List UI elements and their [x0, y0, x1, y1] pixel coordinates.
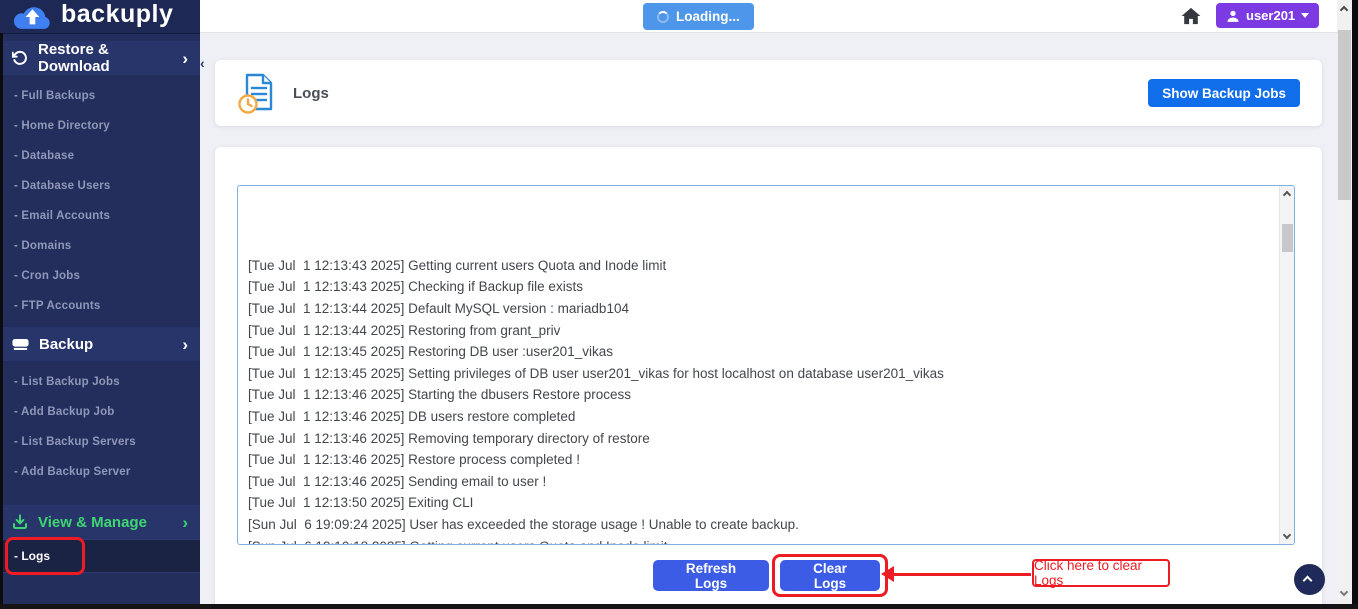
logs-card: [Tue Jul 1 12:13:43 2025] Getting curren…: [215, 147, 1322, 609]
log-line: [Tue Jul 1 12:13:45 2025] Restoring DB u…: [248, 341, 1278, 363]
annotation-arrow-line: [893, 573, 1031, 576]
main-content: ‹ Logs Show Backup Jobs [Tu: [200, 33, 1337, 604]
show-backup-jobs-button[interactable]: Show Backup Jobs: [1148, 79, 1300, 107]
cloud-upload-icon: [10, 2, 54, 32]
home-button[interactable]: [1181, 5, 1203, 27]
sidebar-item[interactable]: - FTP Accounts: [0, 291, 200, 321]
log-line: [Tue Jul 1 12:13:46 2025] Removing tempo…: [248, 428, 1278, 450]
window-bottom-edge: [0, 604, 1358, 609]
window-right-edge: [1352, 0, 1358, 609]
refresh-logs-button[interactable]: Refresh Logs: [653, 560, 769, 591]
sidebar: backuply Restore & Download › - Full Bac…: [0, 0, 200, 604]
section-label: View & Manage: [38, 514, 172, 531]
section-label: Backup: [39, 336, 172, 353]
sidebar-section-backup[interactable]: Backup ›: [0, 327, 200, 361]
sidebar-item[interactable]: - Full Backups: [0, 81, 200, 111]
sidebar-collapse-arrow[interactable]: ‹: [200, 55, 205, 71]
page-scrollbar[interactable]: [1337, 0, 1352, 604]
page-title: Logs: [293, 85, 329, 102]
rotate-ccw-icon: [12, 50, 28, 66]
sidebar-item[interactable]: - Database: [0, 141, 200, 171]
log-line: [Tue Jul 1 12:13:44 2025] Restoring from…: [248, 320, 1278, 342]
download-tray-icon: [12, 514, 28, 530]
sidebar-item[interactable]: - Cron Jobs: [0, 261, 200, 291]
sidebar-item[interactable]: - Home Directory: [0, 111, 200, 141]
user-menu-button[interactable]: user201: [1216, 3, 1319, 28]
topbar: Loading... user201: [200, 0, 1337, 33]
sidebar-item[interactable]: - Add Backup Job: [0, 397, 200, 427]
log-line: [Tue Jul 1 12:13:43 2025] Checking if Ba…: [248, 276, 1278, 298]
scroll-down-arrow-icon[interactable]: [1340, 588, 1348, 596]
section-label: Restore & Download: [38, 41, 172, 75]
scroll-up-arrow-icon[interactable]: [1283, 191, 1291, 199]
chevron-right-icon: ›: [182, 50, 188, 67]
sidebar-item[interactable]: - Database Users: [0, 171, 200, 201]
sidebar-item[interactable]: - List Backup Servers: [0, 427, 200, 457]
chevron-right-icon: ›: [182, 514, 188, 531]
chevron-right-icon: ›: [182, 336, 188, 353]
caret-down-icon: [1301, 13, 1309, 18]
log-line: [Tue Jul 1 12:13:46 2025] DB users resto…: [248, 406, 1278, 428]
sidebar-item[interactable]: - Email Accounts: [0, 201, 200, 231]
log-scrollbar[interactable]: [1279, 186, 1294, 544]
scroll-up-arrow-icon[interactable]: [1340, 6, 1348, 14]
document-clock-icon: [237, 71, 279, 115]
scrollbar-thumb[interactable]: [1282, 224, 1293, 252]
chevron-up-icon: [1303, 576, 1313, 586]
scroll-down-arrow-icon[interactable]: [1283, 531, 1291, 539]
log-line: [Sun Jul 6 19:10:18 2025] Getting curren…: [248, 536, 1278, 545]
loading-indicator: Loading...: [643, 3, 754, 30]
clear-logs-button[interactable]: Clear Logs: [780, 560, 880, 591]
sidebar-item-logs[interactable]: - Logs: [0, 539, 200, 573]
sidebar-item[interactable]: - List Backup Jobs: [0, 367, 200, 397]
log-lines: [Tue Jul 1 12:13:43 2025] Getting curren…: [238, 186, 1278, 544]
log-line: [Tue Jul 1 12:13:46 2025] Starting the d…: [248, 384, 1278, 406]
page-header-card: Logs Show Backup Jobs: [215, 60, 1322, 126]
spinner-icon: [657, 11, 669, 23]
backuply-app: backuply Restore & Download › - Full Bac…: [0, 0, 1358, 609]
scrollbar-thumb[interactable]: [1338, 30, 1351, 200]
log-line: [Tue Jul 1 12:13:44 2025] Default MySQL …: [248, 298, 1278, 320]
sidebar-item[interactable]: - Domains: [0, 231, 200, 261]
user-label: user201: [1246, 8, 1295, 23]
brand-name: backuply: [61, 2, 173, 31]
home-icon: [1181, 7, 1203, 25]
log-textarea[interactable]: [Tue Jul 1 12:13:43 2025] Getting curren…: [237, 185, 1295, 545]
restore-submenu: - Full Backups- Home Directory- Database…: [0, 75, 200, 327]
drive-icon: [12, 338, 29, 351]
scroll-to-top-button[interactable]: [1294, 564, 1325, 595]
log-line: [Tue Jul 1 12:13:45 2025] Setting privil…: [248, 363, 1278, 385]
log-line: [Tue Jul 1 12:13:46 2025] Sending email …: [248, 471, 1278, 493]
log-line: [Tue Jul 1 12:13:50 2025] Exiting CLI: [248, 492, 1278, 514]
user-icon: [1226, 9, 1240, 23]
log-line: [Tue Jul 1 12:13:46 2025] Restore proces…: [248, 449, 1278, 471]
loading-label: Loading...: [676, 9, 740, 24]
sidebar-section-restore-download[interactable]: Restore & Download ›: [0, 41, 200, 75]
log-line: [Tue Jul 1 12:13:43 2025] Getting curren…: [248, 255, 1278, 277]
window-left-edge: [0, 33, 3, 609]
sidebar-item[interactable]: - Add Backup Server: [0, 457, 200, 487]
sidebar-item-label: - Logs: [14, 549, 50, 563]
annotation-callout: Click here to clear Logs: [1032, 559, 1170, 587]
sidebar-section-view-manage[interactable]: View & Manage ›: [0, 505, 200, 539]
log-line: [Sun Jul 6 19:09:24 2025] User has excee…: [248, 514, 1278, 536]
logo[interactable]: backuply: [0, 0, 200, 34]
backup-submenu: - List Backup Jobs- Add Backup Job- List…: [0, 361, 200, 493]
